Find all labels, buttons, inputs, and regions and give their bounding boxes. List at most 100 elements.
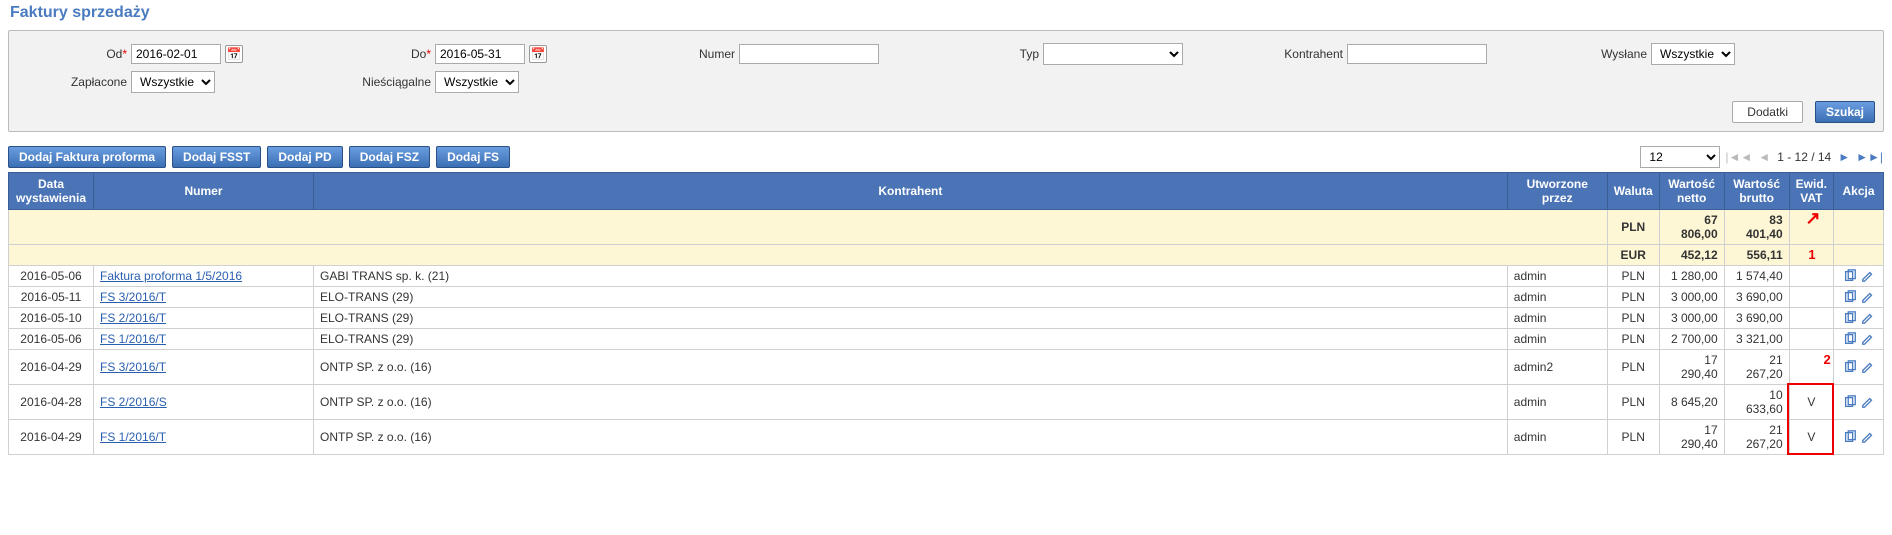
invoice-link[interactable]: FS 3/2016/T xyxy=(100,360,166,374)
calendar-icon[interactable]: 📅 xyxy=(225,45,243,63)
filter-zaplacone-label: Zapłacone xyxy=(17,75,127,89)
col-kontrahent[interactable]: Kontrahent xyxy=(314,173,1508,210)
cell-kontrahent: ELO-TRANS (29) xyxy=(314,287,1508,308)
table-row: 2016-05-11FS 3/2016/TELO-TRANS (29)admin… xyxy=(9,287,1884,308)
add-pd-button[interactable]: Dodaj PD xyxy=(267,146,342,168)
cell-brutto: 10 633,60 xyxy=(1724,385,1789,420)
edit-icon[interactable] xyxy=(1861,290,1875,304)
summary-brutto: 556,11 xyxy=(1724,245,1789,266)
search-button[interactable]: Szukaj xyxy=(1815,101,1875,123)
add-proforma-button[interactable]: Dodaj Faktura proforma xyxy=(8,146,166,168)
cell-date: 2016-05-06 xyxy=(9,266,94,287)
cell-kontrahent: ONTP SP. z o.o. (16) xyxy=(314,385,1508,420)
add-fsz-button[interactable]: Dodaj FSZ xyxy=(349,146,430,168)
filter-do-label: Do* xyxy=(321,47,431,61)
cell-ewid xyxy=(1789,266,1833,287)
filter-typ-select[interactable] xyxy=(1043,43,1183,65)
cell-ewid xyxy=(1789,329,1833,350)
summary-netto: 67 806,00 xyxy=(1659,210,1724,245)
col-utworzone[interactable]: Utworzone przez xyxy=(1507,173,1607,210)
edit-icon[interactable] xyxy=(1861,269,1875,283)
invoice-link[interactable]: FS 2/2016/S xyxy=(100,395,167,409)
filter-panel: Od* 📅 Do* 📅 Numer Typ Kontrahent Wysłane… xyxy=(8,30,1884,132)
summary-row: EUR452,12556,11 xyxy=(9,245,1884,266)
cell-date: 2016-04-29 xyxy=(9,420,94,455)
copy-icon[interactable] xyxy=(1843,395,1857,409)
edit-icon[interactable] xyxy=(1861,311,1875,325)
calendar-icon[interactable]: 📅 xyxy=(529,45,547,63)
cell-netto: 8 645,20 xyxy=(1659,385,1724,420)
cell-numer: FS 3/2016/T xyxy=(94,287,314,308)
cell-numer: FS 1/2016/T xyxy=(94,420,314,455)
invoice-link[interactable]: Faktura proforma 1/5/2016 xyxy=(100,269,242,283)
cell-actions xyxy=(1834,266,1884,287)
table-row: 2016-05-06Faktura proforma 1/5/2016GABI … xyxy=(9,266,1884,287)
cell-currency: PLN xyxy=(1607,385,1659,420)
cell-ewid xyxy=(1789,287,1833,308)
filter-do-input[interactable] xyxy=(435,44,525,64)
cell-actions xyxy=(1834,329,1884,350)
cell-actions xyxy=(1834,287,1884,308)
page-title: Faktury sprzedaży xyxy=(0,0,1892,26)
filter-numer-input[interactable] xyxy=(739,44,879,64)
filter-kontrahent-input[interactable] xyxy=(1347,44,1487,64)
cell-netto: 3 000,00 xyxy=(1659,308,1724,329)
table-row: 2016-04-28 FS 2/2016/S ONTP SP. z o.o. (16… xyxy=(9,385,1884,420)
cell-numer: FS 3/2016/T xyxy=(94,350,314,385)
copy-icon[interactable] xyxy=(1843,311,1857,325)
col-netto[interactable]: Wartość netto xyxy=(1659,173,1724,210)
filter-zaplacone-select[interactable]: Wszystkie xyxy=(131,71,215,93)
toolbar: Dodaj Faktura proforma Dodaj FSST Dodaj … xyxy=(0,142,1892,172)
edit-icon[interactable] xyxy=(1861,395,1875,409)
cell-netto: 1 280,00 xyxy=(1659,266,1724,287)
pager-status: 1 - 12 / 14 xyxy=(1777,150,1831,164)
pager-prev-icon[interactable]: ◄ xyxy=(1757,150,1771,164)
col-date[interactable]: Data wystawienia xyxy=(9,173,94,210)
col-ewid[interactable]: Ewid. VAT xyxy=(1789,173,1833,210)
filter-kontrahent-label: Kontrahent xyxy=(1233,47,1343,61)
filter-wyslane-select[interactable]: Wszystkie xyxy=(1651,43,1735,65)
page-size-select[interactable]: 12 xyxy=(1640,146,1720,168)
edit-icon[interactable] xyxy=(1861,430,1875,444)
filter-numer-label: Numer xyxy=(625,47,735,61)
cell-brutto: 21 267,20 xyxy=(1724,420,1789,455)
cell-currency: PLN xyxy=(1607,329,1659,350)
invoice-link[interactable]: FS 1/2016/T xyxy=(100,332,166,346)
add-fs-button[interactable]: Dodaj FS xyxy=(436,146,510,168)
cell-date: 2016-05-10 xyxy=(9,308,94,329)
cell-kontrahent: ONTP SP. z o.o. (16) xyxy=(314,420,1508,455)
cell-netto: 17 290,40 xyxy=(1659,420,1724,455)
filter-od-input[interactable] xyxy=(131,44,221,64)
copy-icon[interactable] xyxy=(1843,290,1857,304)
copy-icon[interactable] xyxy=(1843,430,1857,444)
filter-niesciagalne-select[interactable]: Wszystkie xyxy=(435,71,519,93)
summary-netto: 452,12 xyxy=(1659,245,1724,266)
pager-first-icon[interactable]: |◄◄ xyxy=(1724,150,1753,164)
pager-next-icon[interactable]: ► xyxy=(1837,150,1851,164)
col-waluta[interactable]: Waluta xyxy=(1607,173,1659,210)
col-brutto[interactable]: Wartość brutto xyxy=(1724,173,1789,210)
copy-icon[interactable] xyxy=(1843,360,1857,374)
summary-currency: PLN xyxy=(1607,210,1659,245)
summary-brutto: 83 401,40 xyxy=(1724,210,1789,245)
cell-ewid: V xyxy=(1789,385,1833,420)
col-numer[interactable]: Numer xyxy=(94,173,314,210)
edit-icon[interactable] xyxy=(1861,332,1875,346)
summary-row: PLN67 806,0083 401,40 xyxy=(9,210,1884,245)
cell-brutto: 21 267,20 xyxy=(1724,350,1789,385)
pager-last-icon[interactable]: ►►| xyxy=(1855,150,1884,164)
cell-actions xyxy=(1834,420,1884,455)
edit-icon[interactable] xyxy=(1861,360,1875,374)
filter-od-label: Od* xyxy=(17,47,127,61)
cell-user: admin2 xyxy=(1507,350,1607,385)
table-row: 2016-04-29 FS 1/2016/T ONTP SP. z o.o. (16… xyxy=(9,420,1884,455)
copy-icon[interactable] xyxy=(1843,269,1857,283)
cell-currency: PLN xyxy=(1607,287,1659,308)
add-fsst-button[interactable]: Dodaj FSST xyxy=(172,146,261,168)
copy-icon[interactable] xyxy=(1843,332,1857,346)
cell-date: 2016-04-28 xyxy=(9,385,94,420)
invoice-link[interactable]: FS 2/2016/T xyxy=(100,311,166,325)
dodatki-button[interactable]: Dodatki xyxy=(1732,101,1803,123)
invoice-link[interactable]: FS 1/2016/T xyxy=(100,430,166,444)
invoice-link[interactable]: FS 3/2016/T xyxy=(100,290,166,304)
